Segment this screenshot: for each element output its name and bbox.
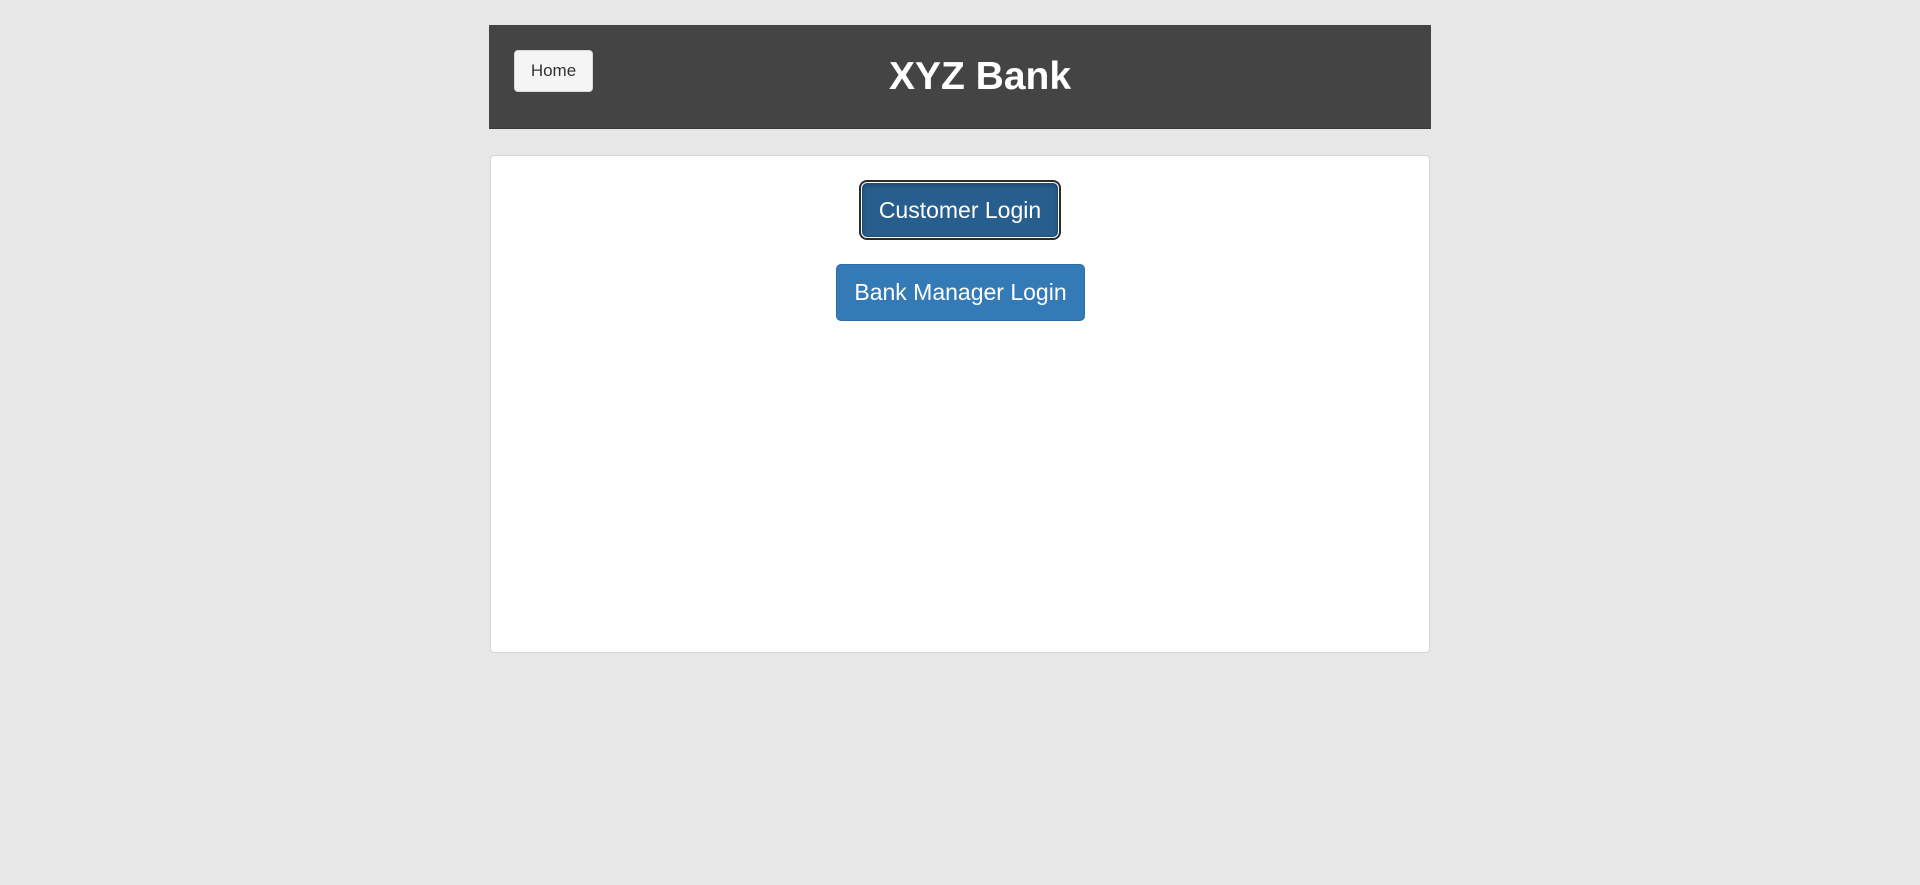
bank-title: XYZ Bank [888,55,1072,98]
bank-manager-login-button[interactable]: Bank Manager Login [836,264,1085,321]
customer-login-button[interactable]: Customer Login [862,183,1058,237]
login-panel: Customer Login Bank Manager Login [490,155,1430,653]
main-header: Home XYZ Bank [489,25,1431,129]
page: Home XYZ Bank Customer Login Bank Manage… [0,0,1920,885]
